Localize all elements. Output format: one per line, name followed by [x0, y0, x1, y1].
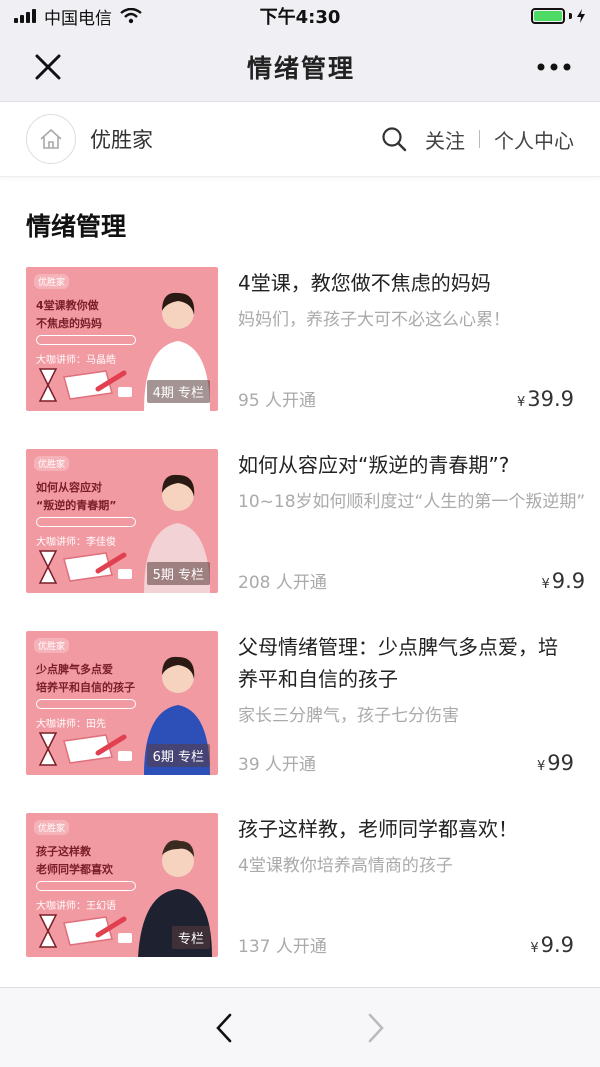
chevron-left-icon — [216, 1013, 232, 1042]
section-title: 情绪管理 — [26, 212, 127, 241]
course-title: 4堂课，教您做不焦虑的妈妈 — [238, 271, 491, 295]
shop-actions: 关注 个人中心 — [381, 125, 574, 154]
forward-button[interactable] — [356, 1008, 396, 1048]
thumb-title-line2: 培养平和自信的孩子 — [36, 681, 135, 694]
search-icon — [382, 127, 407, 152]
thumb-lecturer: 大咖讲师：李佳俊 — [36, 537, 116, 548]
course-badge: 5期 专栏 — [146, 562, 210, 585]
course-meta: 95 人开通 ¥39.9 — [238, 386, 574, 411]
home-button[interactable] — [26, 114, 76, 164]
price-value: 39.9 — [527, 387, 574, 411]
hourglass-book-icon — [38, 368, 132, 402]
thumb-pill — [36, 699, 136, 709]
status-bar: 中国电信 下午4:30 — [0, 0, 600, 32]
follow-button[interactable]: 关注 — [425, 125, 465, 154]
more-icon — [537, 63, 571, 70]
price-value: 9.9 — [540, 933, 574, 957]
price-value: 9.9 — [551, 569, 586, 593]
divider — [479, 130, 480, 148]
status-left: 中国电信 — [14, 4, 142, 29]
course-thumbnail: 优胜家 如何从容应对 “叛逆的青春期” 大咖讲师：李佳俊 5期 专栏 — [26, 449, 218, 593]
wifi-icon — [120, 8, 142, 24]
course-subscriber-count: 137 人开通 — [238, 937, 327, 957]
thumb-title-line1: 少点脾气多点爱 — [36, 663, 113, 676]
thumb-logo: 优胜家 — [34, 638, 70, 653]
thumb-title-line1: 4堂课教你做 — [36, 299, 99, 312]
course-info: 父母情绪管理：少点脾气多点爱，培养平和自信的孩子 家长三分脾气，孩子七分伤害 3… — [238, 631, 574, 775]
course-info: 孩子这样教，老师同学都喜欢！ 4堂课教你培养高情商的孩子 137 人开通 ¥9.… — [238, 813, 574, 957]
course-info: 如何从容应对“叛逆的青春期”? 10~18岁如何顺利度过“人生的第一个叛逆期” … — [238, 449, 585, 593]
course-subscriber-count: 208 人开通 — [238, 573, 327, 593]
nav-bar: 情绪管理 — [0, 32, 600, 102]
hourglass-book-icon — [38, 550, 132, 584]
thumb-title-line2: “叛逆的青春期” — [36, 499, 117, 512]
more-button[interactable] — [534, 47, 574, 87]
course-subscriber-count: 39 人开通 — [238, 755, 317, 775]
course-title: 孩子这样教，老师同学都喜欢！ — [238, 817, 518, 841]
hourglass-book-icon — [38, 732, 132, 766]
course-thumbnail: 优胜家 4堂课教你做 不焦虑的妈妈 大咖讲师：马晶皓 4期 专栏 — [26, 267, 218, 411]
thumb-lecturer: 大咖讲师：田先 — [36, 719, 106, 730]
profile-button[interactable]: 个人中心 — [494, 125, 574, 154]
course-item[interactable]: 优胜家 4堂课教你做 不焦虑的妈妈 大咖讲师：马晶皓 4期 专栏 4堂课，教您做… — [0, 267, 600, 449]
course-subtitle: 家长三分脾气，孩子七分伤害 — [238, 706, 459, 726]
course-badge: 6期 专栏 — [146, 744, 210, 767]
course-subtitle: 4堂课教你培养高情商的孩子 — [238, 856, 453, 876]
battery-icon — [531, 8, 586, 24]
currency-symbol: ¥ — [541, 577, 550, 592]
course-item[interactable]: 优胜家 如何从容应对 “叛逆的青春期” 大咖讲师：李佳俊 5期 专栏 如何从容应… — [0, 449, 600, 631]
search-button[interactable] — [381, 126, 407, 152]
course-subtitle: 10~18岁如何顺利度过“人生的第一个叛逆期” — [238, 492, 586, 512]
course-meta: 208 人开通 ¥9.9 — [238, 568, 585, 593]
thumb-logo: 优胜家 — [34, 456, 70, 471]
page-title: 情绪管理 — [246, 53, 355, 83]
price-value: 99 — [547, 751, 574, 775]
thumb-title-line1: 如何从容应对 — [36, 481, 102, 494]
hourglass-book-icon — [38, 914, 132, 948]
course-badge: 专栏 — [171, 926, 210, 949]
home-icon — [40, 128, 62, 149]
course-item[interactable]: 优胜家 少点脾气多点爱 培养平和自信的孩子 大咖讲师：田先 6期 专栏 父母情绪… — [0, 631, 600, 813]
charging-icon — [577, 9, 585, 23]
course-price: ¥9.9 — [541, 569, 585, 593]
currency-symbol: ¥ — [516, 395, 526, 410]
shop-name[interactable]: 优胜家 — [90, 124, 381, 154]
shop-bar: 优胜家 关注 个人中心 — [0, 102, 600, 177]
course-title: 父母情绪管理：少点脾气多点爱，培养平和自信的孩子 — [238, 635, 558, 691]
close-icon — [35, 54, 61, 79]
signal-icon — [14, 9, 36, 23]
course-subscriber-count: 95 人开通 — [238, 391, 317, 411]
course-thumbnail: 优胜家 孩子这样教 老师同学都喜欢 大咖讲师：王幻语 专栏 — [26, 813, 218, 957]
course-info: 4堂课，教您做不焦虑的妈妈 妈妈们，养孩子大可不必这么心累！ 95 人开通 ¥3… — [238, 267, 574, 411]
thumb-pill — [36, 881, 136, 891]
thumb-logo: 优胜家 — [34, 274, 70, 289]
currency-symbol: ¥ — [530, 941, 539, 956]
thumb-title-line1: 孩子这样教 — [36, 845, 91, 858]
carrier-label: 中国电信 — [44, 8, 112, 29]
thumb-title-line2: 老师同学都喜欢 — [36, 863, 113, 876]
course-item[interactable]: 优胜家 孩子这样教 老师同学都喜欢 大咖讲师：王幻语 专栏 孩子这样教，老师同学… — [0, 813, 600, 995]
course-meta: 137 人开通 ¥9.9 — [238, 932, 574, 957]
thumb-lecturer: 大咖讲师：马晶皓 — [36, 355, 116, 366]
course-list: 优胜家 4堂课教你做 不焦虑的妈妈 大咖讲师：马晶皓 4期 专栏 4堂课，教您做… — [0, 267, 600, 995]
course-subtitle: 妈妈们，养孩子大可不必这么心累！ — [238, 310, 510, 330]
course-meta: 39 人开通 ¥99 — [238, 750, 574, 775]
bottom-nav-bar — [0, 987, 600, 1067]
course-title: 如何从容应对“叛逆的青春期”? — [238, 453, 510, 477]
thumb-pill — [36, 517, 136, 527]
close-button[interactable] — [28, 47, 68, 87]
course-badge: 4期 专栏 — [146, 380, 210, 403]
thumb-pill — [36, 335, 136, 345]
course-thumbnail: 优胜家 少点脾气多点爱 培养平和自信的孩子 大咖讲师：田先 6期 专栏 — [26, 631, 218, 775]
back-button[interactable] — [204, 1008, 244, 1048]
thumb-lecturer: 大咖讲师：王幻语 — [36, 901, 116, 912]
chevron-right-icon — [368, 1013, 384, 1042]
course-price: ¥39.9 — [517, 387, 574, 411]
course-price: ¥9.9 — [530, 933, 574, 957]
thumb-title-line2: 不焦虑的妈妈 — [36, 317, 102, 330]
thumb-logo: 优胜家 — [34, 820, 70, 835]
course-price: ¥99 — [537, 751, 574, 775]
currency-symbol: ¥ — [536, 759, 546, 774]
